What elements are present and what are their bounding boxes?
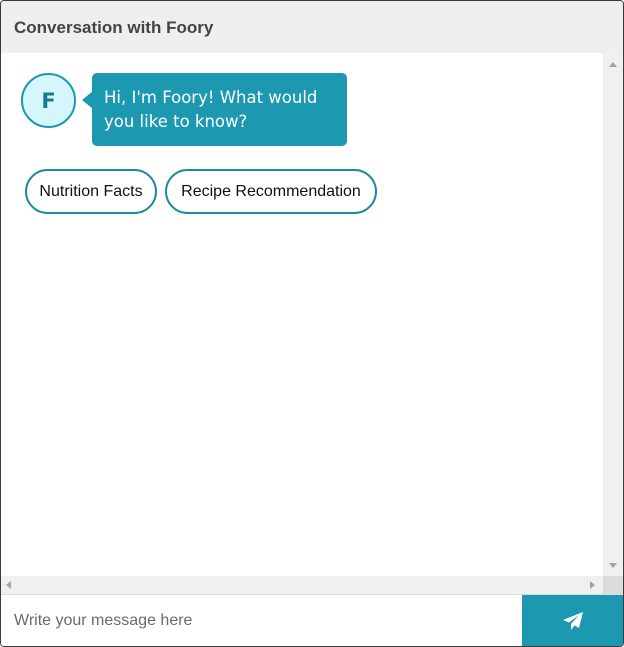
bot-message-text: Hi, I'm Foory! What would you like to kn… [104,88,318,131]
scroll-right-arrow-icon[interactable] [590,581,595,589]
quick-reply-recipe-recommendation[interactable]: Recipe Recommendation [165,169,377,214]
paper-plane-icon [562,612,583,630]
message-input[interactable] [1,595,522,646]
header-title: Conversation with Foory [14,18,214,37]
scrollbar-corner [603,576,623,594]
quick-reply-label: Nutrition Facts [39,182,143,200]
bot-avatar: F [21,73,76,128]
scroll-up-arrow-icon[interactable] [609,62,617,67]
horizontal-scrollbar[interactable] [1,576,603,594]
message-composer [1,594,623,646]
quick-reply-label: Recipe Recommendation [181,182,361,200]
bot-message-bubble: Hi, I'm Foory! What would you like to kn… [92,73,347,146]
send-button[interactable] [522,595,623,646]
scroll-down-arrow-icon[interactable] [609,563,617,568]
vertical-scrollbar[interactable] [603,53,623,576]
chat-header: Conversation with Foory [1,1,623,53]
scroll-left-arrow-icon[interactable] [6,581,11,589]
avatar-initial: F [41,88,56,113]
quick-reply-nutrition-facts[interactable]: Nutrition Facts [25,169,157,214]
message-list[interactable]: F Hi, I'm Foory! What would you like to … [1,53,603,576]
chat-window: Conversation with Foory F Hi, I'm Foory!… [0,0,624,647]
